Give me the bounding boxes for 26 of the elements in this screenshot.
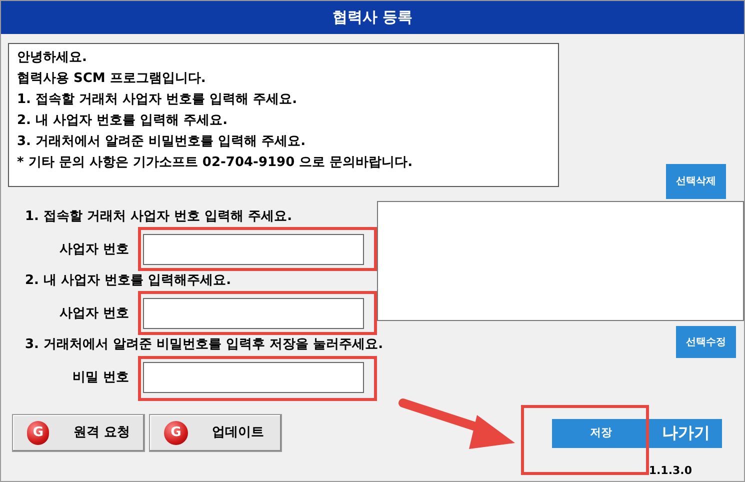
input-field[interactable] [143, 362, 364, 393]
save-button[interactable]: 저장 [552, 418, 650, 448]
step-instruction: 1. 접속할 거래처 사업자 번호 입력해 주세요. [25, 208, 292, 226]
tool-button[interactable]: G 업데이트 [149, 414, 282, 452]
notice-line: 2. 내 사업자 번호를 입력해 주세요. [17, 112, 229, 130]
field-label: 사업자 번호 [58, 304, 130, 323]
input-field[interactable] [143, 234, 364, 265]
g-logo-icon: G [27, 421, 50, 445]
notice-line: 안녕하세요. [17, 49, 88, 67]
version-label: 1.1.3.0 [648, 463, 692, 479]
list-area[interactable] [377, 201, 744, 321]
step-instruction: 2. 내 사업자 번호를 입력해주세요. [25, 272, 232, 290]
step-instruction: 3. 거래처에서 알려준 비밀번호를 입력후 저장을 눌러주세요. [25, 336, 384, 354]
notice-line: 1. 접속할 거래처 사업자 번호를 입력해 주세요. [17, 91, 298, 109]
input-field[interactable] [143, 298, 364, 329]
window-title: 협력사 등록 [332, 7, 413, 28]
g-logo-icon: G [164, 421, 188, 445]
notice-line: * 기타 문의 사항은 기가소프트 02-704-9190 으로 문의바랍니다. [17, 154, 414, 172]
notice-line: 협력사용 SCM 프로그램입니다. [17, 70, 207, 88]
tool-button[interactable]: G 원격 요청 [12, 414, 145, 452]
field-label: 사업자 번호 [58, 240, 130, 259]
delete-selected-button[interactable]: 선택삭제 [666, 164, 726, 199]
edit-selected-button[interactable]: 선택수정 [676, 326, 736, 358]
notice-line: 3. 거래처에서 알려준 비밀번호를 입력해 주세요. [17, 133, 307, 151]
field-label: 비밀 번호 [71, 368, 130, 387]
exit-button[interactable]: 나가기 [650, 418, 722, 448]
